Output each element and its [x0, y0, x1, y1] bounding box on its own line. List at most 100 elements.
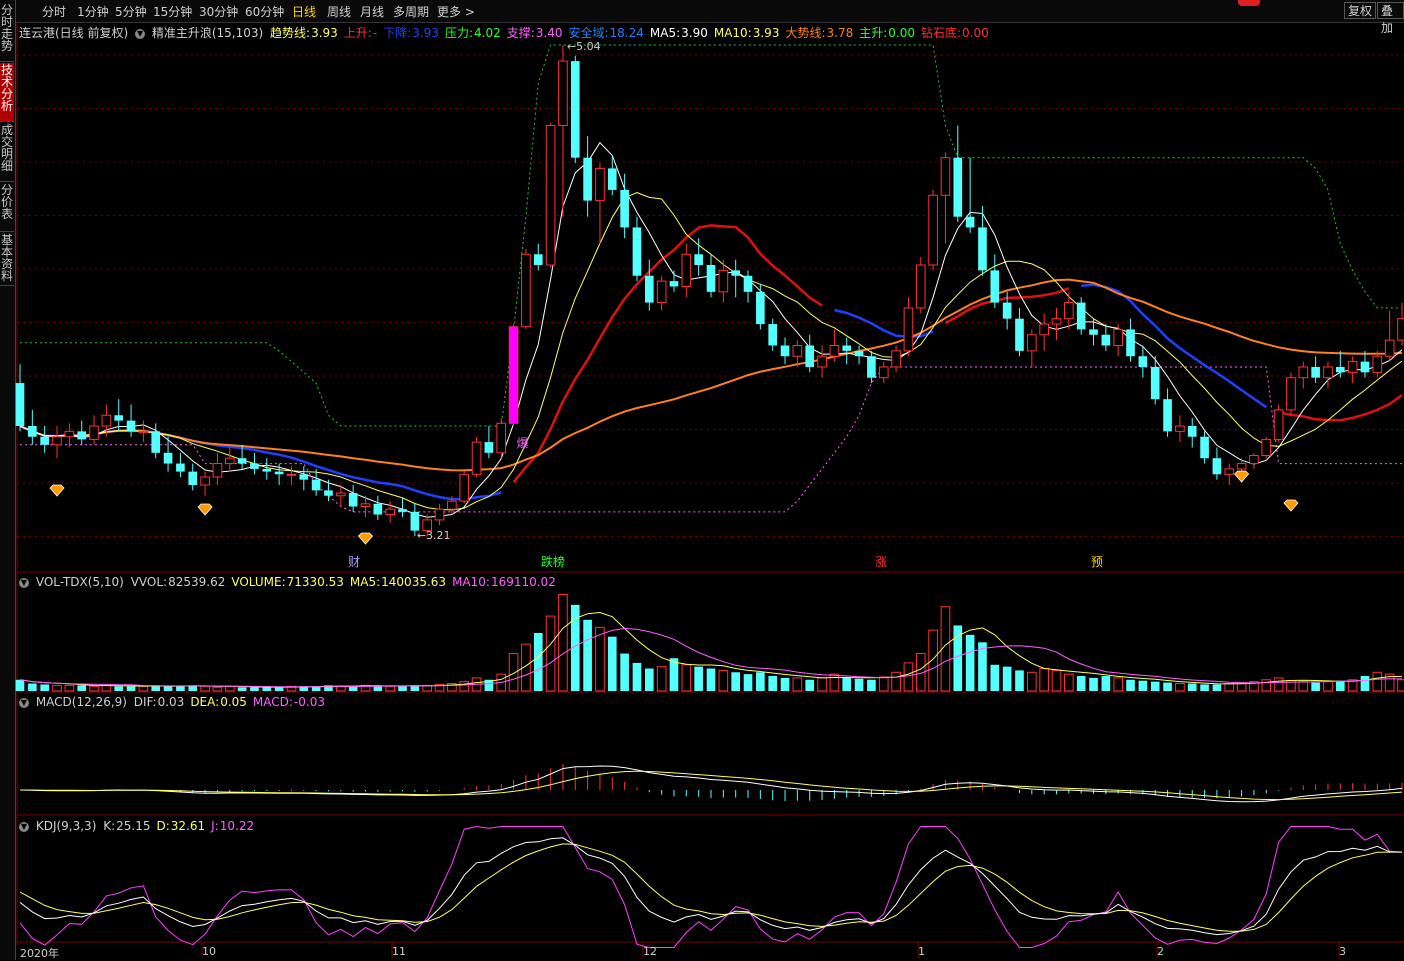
candle-body [644, 275, 654, 303]
volume-bar [1163, 682, 1172, 691]
volume-bar [459, 681, 470, 692]
indicator-label: DEA: [190, 695, 220, 709]
volume-bar [1360, 676, 1370, 691]
volume-bar [163, 686, 173, 691]
candle-body [940, 157, 951, 196]
candle-body [756, 291, 765, 325]
candle-body [1187, 425, 1197, 437]
candle-body [570, 61, 580, 158]
candle-body [311, 479, 321, 491]
candle-body [373, 503, 383, 515]
vol-indicator-name[interactable]: VOL-TDX(5,10) [36, 575, 124, 589]
candle-body [410, 511, 420, 531]
volume-bar [1261, 679, 1272, 692]
candle-body [1039, 323, 1049, 336]
candle-body [694, 254, 703, 266]
volume-bar [706, 668, 716, 691]
volume-bar [1101, 676, 1111, 691]
candle-body [262, 468, 272, 472]
candle-body [1200, 436, 1209, 459]
indicator-label: MACD: [252, 695, 293, 709]
volume-bar [656, 666, 667, 692]
volume-bar [583, 619, 592, 691]
indicator-label: 趋势线: [270, 26, 311, 40]
candle-body [854, 350, 864, 357]
chart-canvas[interactable]: 爆 ←5.04 ←3.21 财 跌榜 涨 预 [0, 0, 1404, 960]
candle-body [1311, 366, 1320, 378]
indicator-number: 0.03 [157, 695, 185, 709]
volume-bar [694, 666, 703, 691]
candle-body [595, 167, 605, 202]
candle-body [385, 508, 395, 516]
volume-bar [533, 632, 543, 691]
volume-bar [558, 594, 568, 692]
indicator-label: VOLUME: [231, 575, 286, 589]
volume-bar [1298, 681, 1309, 692]
macd-indicator-name[interactable]: MACD(12,26,9) [36, 695, 127, 709]
candle-body [360, 503, 371, 507]
volume-bar [274, 687, 284, 691]
indicator-dropdown-icon[interactable]: ▼ [135, 28, 146, 39]
indicator-number: -0.03 [293, 695, 325, 709]
volume-bar [805, 679, 815, 691]
indicator-value: MACD:-0.03 [253, 695, 328, 709]
indicator-number: 169110.02 [490, 575, 556, 589]
indicator-number: 18.24 [609, 26, 644, 40]
candle-body [978, 227, 987, 271]
volume-bar [1113, 677, 1124, 692]
candle-body [212, 463, 223, 478]
candle-body [545, 124, 556, 266]
vol-dropdown-icon[interactable]: ▼ [19, 577, 29, 588]
candle-body [496, 422, 507, 454]
vol-panel-header: ▼ VOL-TDX(5,10) VVOL:82539.62 VOLUME:7133… [19, 575, 565, 589]
volume-bar [829, 673, 840, 692]
indicator-value: MA10:169110.02 [452, 575, 559, 589]
candle-body [64, 430, 75, 438]
volume-bar [1224, 683, 1235, 692]
candle-body [1397, 318, 1404, 341]
indicator-label: 钻石底: [920, 26, 962, 40]
candle-body [1224, 468, 1235, 475]
candle-body [1163, 399, 1172, 432]
main-panel-header: 连云港(日线 前复权) ▼ 精准主升浪(15,103) 趋势线:3.93 上升:-… [19, 24, 998, 41]
candle-body [681, 253, 692, 287]
indicator-value: 趋势线:3.93 [270, 26, 341, 40]
volume-bar [1051, 669, 1062, 692]
volume-bar [607, 636, 617, 691]
candle-body [336, 492, 346, 497]
volume-bar [681, 664, 692, 692]
indicator-value: 上升:- [344, 26, 380, 40]
candle-body [792, 345, 803, 357]
candle-body [1236, 463, 1247, 470]
volume-bar [1126, 679, 1135, 691]
volume-bar [64, 684, 75, 692]
low-price-label: ←3.21 [417, 529, 451, 542]
candle-body [1138, 356, 1148, 367]
burst-label: 爆 [517, 436, 529, 450]
indicator-label: 支撑: [506, 26, 535, 40]
candle-body [1064, 302, 1074, 320]
x-axis-label: 3 [1339, 945, 1346, 958]
volume-bar [1039, 668, 1049, 692]
candle-body [89, 425, 99, 440]
indicator-name[interactable]: 精准主升浪(15,103) [152, 26, 263, 40]
volume-bar [1212, 684, 1222, 691]
kdj-indicator-name[interactable]: KDJ(9,3,3) [36, 819, 97, 833]
x-axis-label: 10 [202, 945, 216, 958]
x-axis-label: 12 [643, 945, 657, 958]
volume-bar [1089, 677, 1098, 691]
candle-body [1286, 377, 1296, 411]
indicator-label: MA5: [349, 575, 381, 589]
macd-dropdown-icon[interactable]: ▼ [19, 697, 29, 708]
candle-body [114, 415, 124, 421]
event-marker: 涨 [875, 554, 887, 569]
candle-body [632, 227, 642, 276]
burst-candle [509, 326, 518, 424]
x-axis-label: 2 [1157, 945, 1164, 958]
candle-body [348, 493, 358, 507]
candle-body [1372, 355, 1383, 373]
kdj-dropdown-icon[interactable]: ▼ [19, 821, 29, 832]
candle-body [1101, 334, 1111, 346]
volume-bar [1187, 683, 1197, 691]
indicator-value: 压力:4.02 [445, 26, 504, 40]
